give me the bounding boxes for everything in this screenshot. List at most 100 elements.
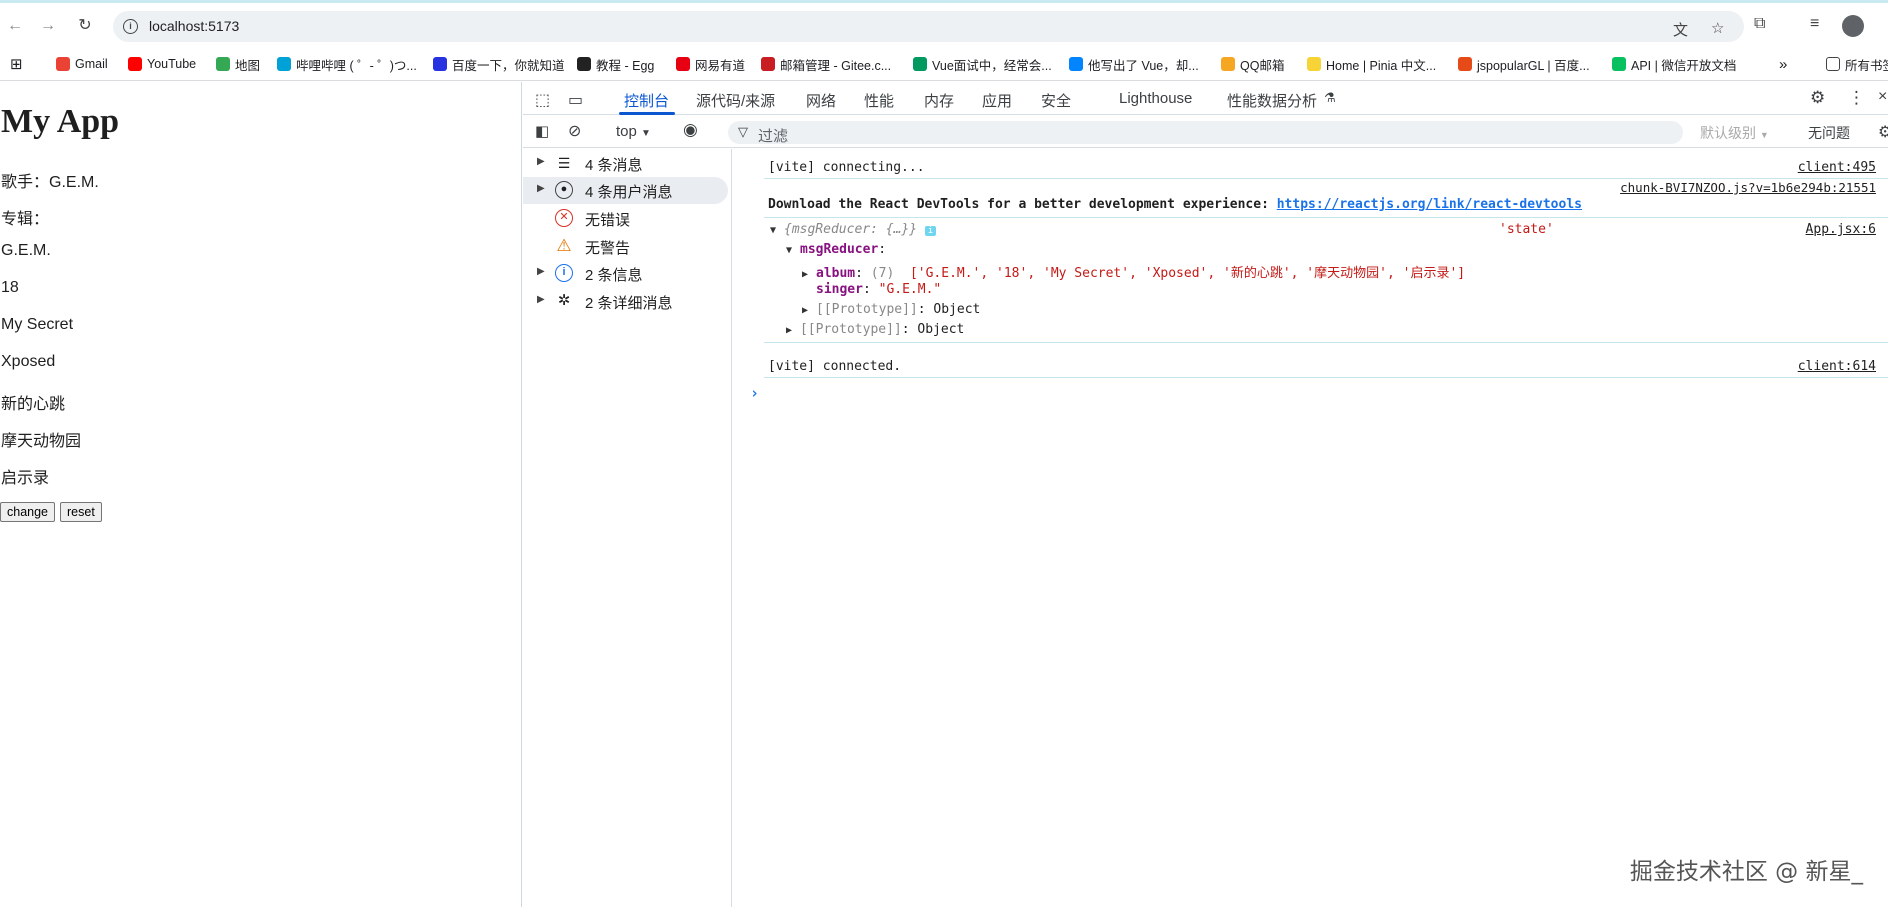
tab-memory[interactable]: 内存	[924, 90, 954, 111]
tab-application[interactable]: 应用	[982, 90, 1012, 111]
sidebar-item-info[interactable]: ▶ i 2 条信息	[523, 260, 728, 287]
clear-console-icon[interactable]: ⊘	[568, 121, 581, 141]
expand-arrow-icon[interactable]: ▶	[786, 325, 800, 336]
more-options-icon[interactable]: ⋮	[1848, 88, 1865, 108]
singer-text: 歌手：G.E.M.	[1, 174, 99, 191]
tab-network[interactable]: 网络	[806, 90, 836, 111]
profile-avatar[interactable]	[1842, 15, 1864, 37]
console-filter-input[interactable]: ▽ 过滤	[728, 121, 1683, 145]
bookmark-item[interactable]: 教程 - Egg	[577, 54, 654, 74]
bookmark-item[interactable]: QQ邮箱	[1221, 54, 1284, 74]
bookmarks-bar: ⊞ Gmail YouTube 地图 哔哩哔哩 ( ゜- ゜)つ... 百度一下…	[0, 47, 1888, 81]
bookmark-item[interactable]: Vue面试中，经常会...	[913, 54, 1052, 74]
sidebar-item-user-messages[interactable]: ▶ ● 4 条用户消息	[523, 177, 728, 204]
url-text[interactable]: localhost:5173	[149, 18, 239, 34]
album-item: 18	[1, 279, 19, 296]
console-settings-icon[interactable]: ⚙	[1878, 122, 1888, 142]
album-item: Xposed	[1, 353, 56, 370]
tab-console[interactable]: 控制台	[624, 90, 669, 111]
forward-arrow-icon[interactable]: →	[38, 16, 58, 36]
sidebar-item-verbose[interactable]: ▶ ✲ 2 条详细消息	[523, 288, 728, 315]
collapse-arrow-icon[interactable]: ▼	[786, 245, 800, 256]
close-devtools-icon[interactable]: ×	[1878, 88, 1887, 106]
expand-arrow-icon[interactable]: ▶	[537, 183, 545, 194]
devtools-tab-bar: ⬚ ▭ 控制台 源代码/来源 网络 性能 内存 应用 安全 Lighthouse…	[523, 82, 1888, 115]
dropdown-caret-icon: ▼	[641, 128, 651, 139]
media-icon[interactable]: ≡	[1810, 15, 1819, 33]
pinia-icon	[1307, 57, 1321, 71]
tab-security[interactable]: 安全	[1041, 90, 1071, 111]
property-key: singer	[816, 282, 863, 297]
sidebar-toggle-icon[interactable]: ◧	[535, 122, 549, 140]
apps-icon[interactable]: ⊞	[10, 54, 23, 74]
devtools-panel: ⬚ ▭ 控制台 源代码/来源 网络 性能 内存 应用 安全 Lighthouse…	[523, 82, 1888, 907]
tab-performance[interactable]: 性能	[864, 90, 894, 111]
album-item: 启示录	[1, 470, 50, 487]
source-link[interactable]: chunk-BVI7NZOO.js?v=1b6e294b:21551	[1620, 180, 1876, 195]
baidu-icon	[433, 57, 447, 71]
expand-arrow-icon[interactable]: ▶	[537, 266, 545, 277]
info-icon: i	[555, 264, 573, 282]
context-selector[interactable]: top ▼	[616, 123, 651, 140]
expand-arrow-icon[interactable]: ▶	[802, 269, 816, 280]
address-bar[interactable]: i localhost:5173 文 ☆	[113, 11, 1744, 42]
bookmark-item[interactable]: 地图	[216, 54, 260, 74]
expand-arrow-icon[interactable]: ▶	[537, 294, 545, 305]
bookmark-item[interactable]: 哔哩哔哩 ( ゜- ゜)つ...	[277, 54, 417, 74]
album-label: 专辑：	[1, 211, 50, 228]
live-expression-eye-icon[interactable]: ◉	[683, 120, 698, 140]
bookmark-item[interactable]: API | 微信开放文档	[1612, 54, 1736, 74]
expand-arrow-icon[interactable]: ▶	[537, 156, 545, 167]
bookmark-item[interactable]: Home | Pinia 中文...	[1307, 54, 1436, 74]
object-summary: {msgReducer: {…}}	[784, 222, 918, 237]
issues-counter[interactable]: 无问题	[1808, 123, 1850, 143]
translate-icon[interactable]: 文	[1673, 19, 1688, 40]
log-level-selector[interactable]: 默认级别 ▼	[1700, 123, 1769, 143]
property-key: [[Prototype]]	[800, 322, 902, 337]
gitee-icon	[761, 57, 775, 71]
folder-icon	[1826, 57, 1840, 71]
bookmark-item[interactable]: 他写出了 Vue，却...	[1069, 54, 1199, 74]
list-icon: ☰	[557, 155, 571, 171]
property-value: Object	[917, 322, 965, 337]
bookmark-item[interactable]: jspopularGL | 百度...	[1458, 54, 1590, 74]
sidebar-item-messages[interactable]: ▶ ☰ 4 条消息	[523, 150, 728, 177]
collapse-arrow-icon[interactable]: ▼	[770, 225, 784, 236]
source-link[interactable]: client:495	[1798, 160, 1876, 175]
filter-placeholder: 过滤	[758, 128, 789, 145]
bookmark-item[interactable]: 邮箱管理 - Gitee.c...	[761, 54, 891, 74]
bookmark-item[interactable]: Gmail	[56, 54, 108, 74]
reset-button[interactable]: reset	[60, 502, 102, 522]
site-info-icon[interactable]: i	[123, 19, 138, 34]
tab-sources[interactable]: 源代码/来源	[696, 90, 775, 111]
bookmark-item[interactable]: YouTube	[128, 54, 196, 74]
all-bookmarks-folder[interactable]: 所有书签	[1826, 54, 1888, 74]
album-item: 新的心跳	[1, 396, 66, 413]
divider	[764, 217, 1888, 218]
source-link[interactable]: client:614	[1798, 359, 1876, 374]
inspect-element-icon[interactable]: ⬚	[535, 90, 550, 110]
bookmarks-more-button[interactable]: »	[1779, 54, 1787, 74]
sidebar-item-errors[interactable]: ✕ 无错误	[523, 205, 728, 232]
tab-performance-insights[interactable]: 性能数据分析	[1227, 90, 1317, 111]
react-devtools-link[interactable]: https://reactjs.org/link/react-devtools	[1277, 197, 1582, 212]
tab-lighthouse[interactable]: Lighthouse	[1119, 90, 1192, 107]
change-button[interactable]: change	[0, 502, 56, 522]
bookmark-star-icon[interactable]: ☆	[1711, 19, 1724, 37]
reload-icon[interactable]: ↻	[75, 16, 95, 36]
sidebar-item-warnings[interactable]: ⚠ 无警告	[523, 233, 728, 260]
device-toolbar-icon[interactable]: ▭	[568, 90, 583, 110]
back-arrow-icon[interactable]: ←	[5, 16, 25, 36]
bookmark-item[interactable]: 百度一下，你就知道	[433, 54, 565, 74]
property-value: "G.E.M."	[878, 282, 942, 297]
extensions-icon[interactable]: ⧉	[1754, 15, 1765, 33]
youtube-icon	[128, 57, 142, 71]
browser-toolbar: ← → ↻ i localhost:5173 文 ☆ ⧉ ≡	[0, 0, 1888, 47]
expand-arrow-icon[interactable]: ▶	[802, 305, 816, 316]
zhihu-icon	[1069, 57, 1083, 71]
settings-gear-icon[interactable]: ⚙	[1810, 88, 1825, 108]
source-link[interactable]: App.jsx:6	[1806, 222, 1876, 237]
property-key: album	[816, 266, 856, 281]
watermark: 掘金技术社区 @ 新星_	[1629, 859, 1863, 885]
bookmark-item[interactable]: 网易有道	[676, 54, 745, 74]
